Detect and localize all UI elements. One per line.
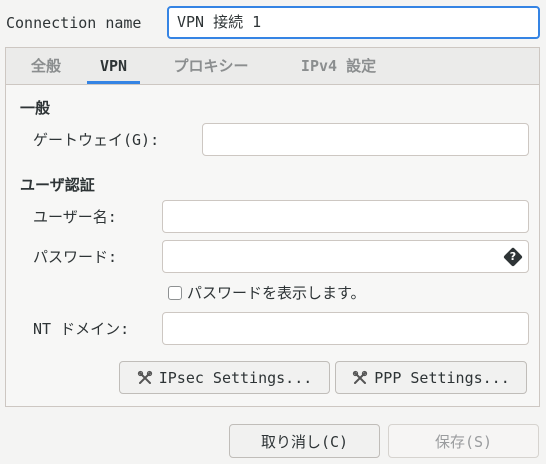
tab-vpn-indicator xyxy=(87,81,140,84)
save-label: 保存(S) xyxy=(434,432,493,451)
gateway-input[interactable] xyxy=(202,123,529,156)
general-heading: 一般 xyxy=(20,99,51,117)
tab-ipv4[interactable]: IPv4 設定 xyxy=(286,56,391,76)
user-auth-heading: ユーザ認証 xyxy=(20,176,95,194)
ppp-settings-button[interactable]: PPP Settings... xyxy=(335,361,527,394)
tab-vpn[interactable]: VPN xyxy=(86,56,141,76)
tools-icon xyxy=(352,370,368,386)
tab-general[interactable]: 全般 xyxy=(16,56,76,76)
username-input[interactable] xyxy=(162,200,529,233)
password-input[interactable]: ? xyxy=(162,240,529,273)
ipsec-settings-label: IPsec Settings... xyxy=(158,368,313,387)
tools-icon xyxy=(137,370,153,386)
show-password-checkbox[interactable] xyxy=(168,286,182,300)
show-password-label[interactable]: パスワードを表示します。 xyxy=(187,283,366,303)
username-label: ユーザー名: xyxy=(33,208,117,226)
tab-proxy[interactable]: プロキシー xyxy=(156,56,266,76)
nt-domain-label: NT ドメイン: xyxy=(33,320,130,338)
connection-name-value: VPN 接続 1 xyxy=(177,13,262,31)
cancel-button[interactable]: 取り消し(C) xyxy=(229,424,380,458)
nt-domain-input[interactable] xyxy=(162,312,529,345)
gateway-label: ゲートウェイ(G): xyxy=(33,131,160,149)
ipsec-settings-button[interactable]: IPsec Settings... xyxy=(119,361,330,394)
cancel-label: 取り消し(C) xyxy=(260,432,349,451)
password-options-icon[interactable]: ? xyxy=(503,247,523,267)
connection-name-input[interactable]: VPN 接続 1 xyxy=(167,6,540,39)
ppp-settings-label: PPP Settings... xyxy=(374,368,510,387)
save-button[interactable]: 保存(S) xyxy=(388,424,539,458)
connection-name-label: Connection name xyxy=(6,14,142,32)
vpn-settings-panel: 全般 VPN プロキシー IPv4 設定 一般 ゲートウェイ(G): ユーザ認証… xyxy=(5,47,540,407)
password-label: パスワード: xyxy=(33,248,118,266)
